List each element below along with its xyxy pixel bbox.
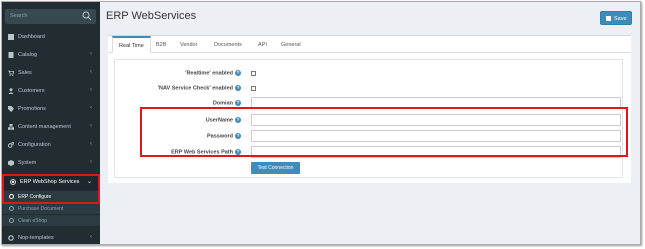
gears-icon: [8, 142, 14, 148]
gear-icon: [8, 235, 14, 241]
chevron-left-icon: ‹: [90, 105, 92, 111]
chevron-left-icon: ‹: [90, 234, 92, 240]
user-icon: [8, 88, 14, 94]
help-icon[interactable]: ?: [235, 70, 241, 76]
chevron-left-icon: ‹: [90, 51, 92, 57]
search-input[interactable]: Search: [10, 13, 27, 19]
sidebar-item-label: Customers: [18, 88, 45, 94]
tab-api[interactable]: API: [258, 42, 267, 48]
chevron-left-icon: ‹: [90, 159, 92, 165]
sidebar-item-label: System: [18, 160, 37, 166]
highlight-credentials: [140, 107, 628, 157]
sidebar: Search Dashboard Catalog ‹ Sales ‹ Custo…: [2, 2, 100, 244]
circle-icon: [9, 206, 14, 211]
sidebar-item-label: Dashboard: [18, 34, 45, 40]
tab-vendor[interactable]: Vendor: [180, 42, 197, 48]
save-button-label: Save: [614, 16, 627, 22]
sidebar-item-label: Nop-templates: [18, 235, 54, 241]
cubes-icon: [8, 124, 14, 130]
sidebar-item-label: Sales: [18, 70, 32, 76]
test-connection-button[interactable]: Test Connection: [251, 162, 300, 174]
tab-general[interactable]: General: [281, 42, 301, 48]
chevron-left-icon: ‹: [90, 141, 92, 147]
nav-service-check-text: 'NAV Service Check' enabled: [157, 85, 233, 92]
realtime-enabled-checkbox[interactable]: [251, 71, 256, 76]
sidebar-item-customers[interactable]: Customers ‹: [2, 83, 100, 99]
search-box[interactable]: Search: [5, 9, 96, 24]
tab-b2b[interactable]: B2B: [156, 42, 166, 48]
highlight-erp-menu: [2, 174, 100, 204]
help-icon[interactable]: ?: [235, 85, 241, 91]
sidebar-item-label: Catalog: [18, 52, 37, 58]
sidebar-item-sales[interactable]: Sales ‹: [2, 65, 100, 81]
sidebar-item-catalog[interactable]: Catalog ‹: [2, 47, 100, 63]
browser-frame: Search Dashboard Catalog ‹ Sales ‹ Custo…: [1, 1, 641, 245]
sidebar-subitem-label: Clean eShop: [18, 218, 47, 224]
sidebar-item-nop-templates[interactable]: Nop-templates ‹: [2, 230, 100, 244]
sidebar-item-dashboard[interactable]: Dashboard: [2, 29, 100, 45]
sidebar-subitem-clean-eshop[interactable]: Clean eShop: [2, 215, 100, 226]
realtime-enabled-text: 'Realtime' enabled: [185, 70, 233, 77]
tab-real-time[interactable]: Real Time: [112, 36, 151, 53]
sidebar-item-system[interactable]: System ‹: [2, 155, 100, 171]
realtime-enabled-label: 'Realtime' enabled?: [111, 70, 241, 76]
save-button[interactable]: Save: [600, 11, 632, 25]
chevron-left-icon: ‹: [90, 87, 92, 93]
book-icon: [8, 52, 14, 58]
circle-icon: [9, 218, 14, 223]
search-icon[interactable]: [82, 11, 92, 21]
chevron-left-icon: ‹: [90, 69, 92, 75]
sidebar-item-content-management[interactable]: Content management ‹: [2, 119, 100, 135]
domain-text: Domian: [212, 100, 233, 107]
help-icon[interactable]: ?: [235, 100, 241, 106]
nav-service-check-label: 'NAV Service Check' enabled?: [111, 85, 241, 91]
cart-icon: [8, 70, 14, 76]
domain-label: Domian?: [111, 100, 241, 106]
tab-bar: Real Time B2B Vendor Documents API Gener…: [108, 36, 631, 53]
tab-documents[interactable]: Documents: [214, 42, 242, 48]
page-title: ERP WebServices: [106, 10, 197, 22]
sidebar-item-configuration[interactable]: Configuration ‹: [2, 137, 100, 153]
floppy-icon: [606, 16, 611, 21]
nav-service-check-checkbox[interactable]: [251, 86, 256, 91]
sidebar-item-label: Content management: [18, 124, 71, 130]
sidebar-item-label: Promotions: [18, 106, 46, 112]
sidebar-subitem-label: Purchase Document: [18, 206, 64, 212]
tag-icon: [8, 106, 14, 112]
sidebar-subitem-purchase-document[interactable]: Purchase Document: [2, 203, 100, 214]
sidebar-item-label: Configuration: [18, 142, 51, 148]
sidebar-item-promotions[interactable]: Promotions ‹: [2, 101, 100, 117]
dashboard-icon: [8, 34, 14, 40]
cube-icon: [8, 160, 14, 166]
chevron-left-icon: ‹: [90, 123, 92, 129]
